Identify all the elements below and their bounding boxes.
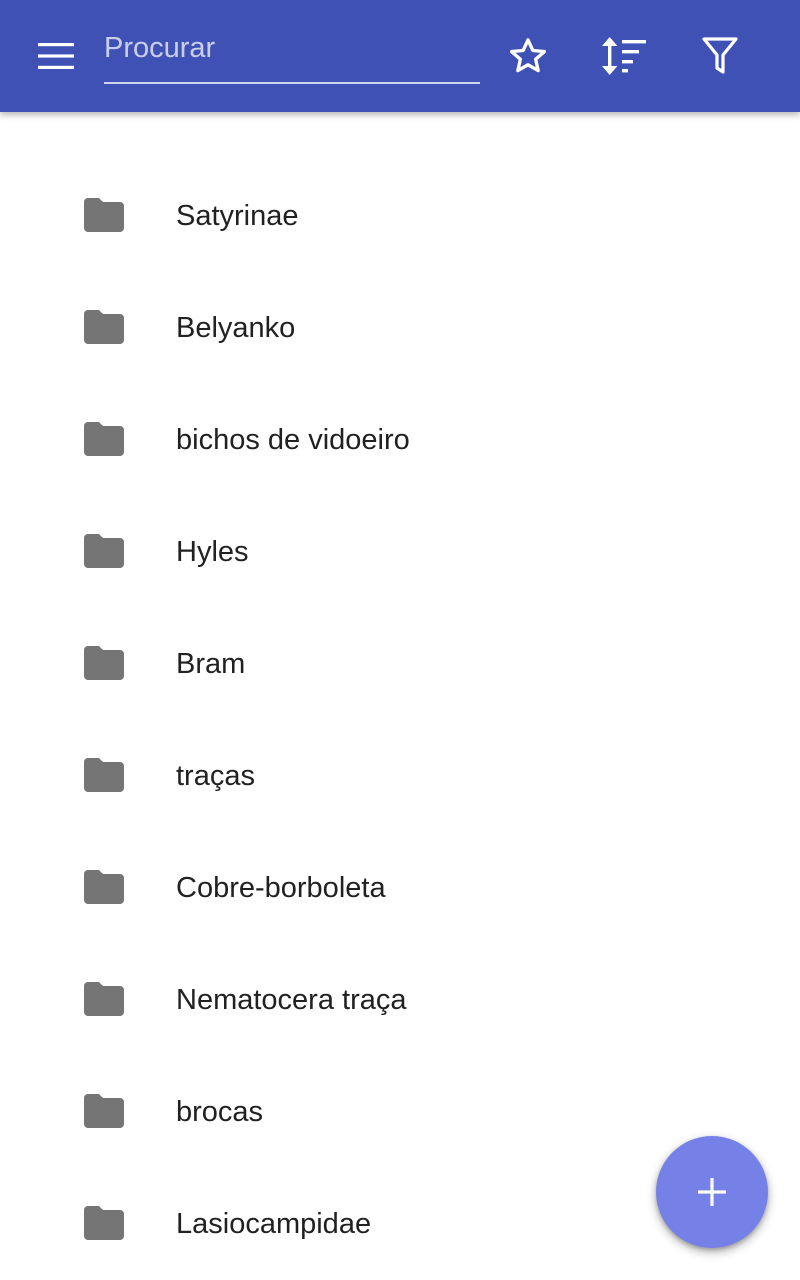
filter-button[interactable]	[688, 24, 752, 88]
folder-list-item[interactable]: Nematocera traça	[0, 944, 800, 1056]
folder-icon	[84, 1094, 124, 1128]
folder-icon	[84, 646, 124, 680]
folder-list-item[interactable]: Hyles	[0, 496, 800, 608]
folder-icon	[84, 758, 124, 792]
sort-button[interactable]	[592, 24, 656, 88]
star-outline-icon	[509, 38, 547, 73]
folder-name: Bram	[176, 648, 246, 680]
folder-icon	[84, 1206, 124, 1240]
folder-name: Cobre-borboleta	[176, 872, 386, 904]
sort-icon	[602, 37, 646, 75]
menu-icon	[38, 43, 74, 69]
folder-list-item[interactable]: traças	[0, 720, 800, 832]
search-field	[104, 22, 480, 84]
folder-icon	[84, 198, 124, 232]
folder-list-item[interactable]: Bram	[0, 608, 800, 720]
folder-list-item[interactable]: Belyanko	[0, 272, 800, 384]
folder-name: Satyrinae	[176, 200, 299, 232]
plus-icon	[698, 1178, 726, 1206]
app-toolbar	[0, 0, 800, 112]
search-input[interactable]	[104, 26, 474, 70]
folder-list-item[interactable]: Cobre-borboleta	[0, 832, 800, 944]
menu-button[interactable]	[24, 24, 88, 88]
folder-name: brocas	[176, 1096, 264, 1128]
folder-name: Belyanko	[176, 312, 296, 344]
folder-name: bichos de vidoeiro	[176, 424, 410, 456]
folder-icon	[84, 534, 124, 568]
filter-icon	[702, 37, 738, 74]
folder-name: Hyles	[176, 536, 249, 568]
folder-name: Lasiocampidae	[176, 1208, 372, 1240]
folder-list-item[interactable]: bichos de vidoeiro	[0, 384, 800, 496]
add-folder-button[interactable]	[656, 1136, 768, 1248]
folder-list: Satyrinae Belyanko bichos de vidoeiro Hy…	[0, 160, 800, 1280]
folder-name: traças	[176, 760, 255, 792]
folder-icon	[84, 870, 124, 904]
folder-name: Nematocera traça	[176, 984, 407, 1016]
folder-icon	[84, 310, 124, 344]
folder-icon	[84, 982, 124, 1016]
folder-list-item[interactable]: Satyrinae	[0, 160, 800, 272]
favorites-button[interactable]	[496, 24, 560, 88]
folder-icon	[84, 422, 124, 456]
